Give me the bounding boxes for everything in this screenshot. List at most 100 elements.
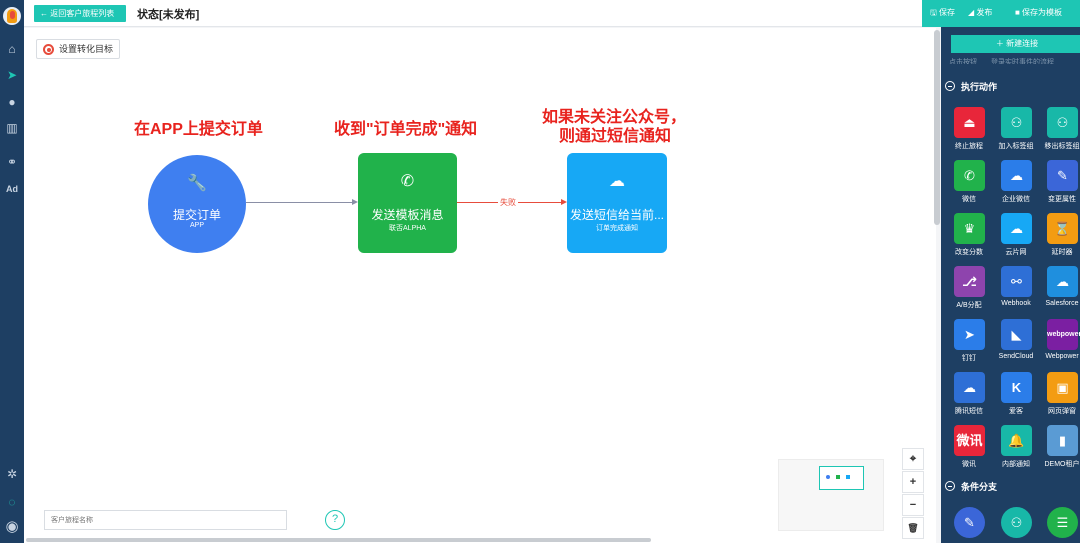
branch-tool-icon: ☰	[1047, 507, 1078, 538]
tool-item[interactable]: webpower Webpower	[1039, 319, 1080, 371]
tool-item[interactable]: ☁ Salesforce	[1039, 266, 1080, 318]
back-to-journey-list-button[interactable]: ← 返回客户旅程列表	[34, 5, 126, 22]
tool-item[interactable]: ✆ 微信	[946, 160, 992, 212]
help-icon[interactable]: ?	[325, 510, 345, 530]
settings-icon[interactable]: ✲	[0, 466, 24, 482]
node-send-sms[interactable]: ☁ 发送短信给当前... 订单完成通知	[567, 153, 667, 253]
avatar[interactable]: ◉	[0, 518, 24, 535]
cloud-icon: ☁	[609, 173, 625, 190]
node-name: 发送短信给当前...	[569, 208, 664, 222]
tool-icon: ⌛	[1047, 213, 1078, 244]
publish-button[interactable]: ◢ 发布	[968, 7, 992, 18]
top-bar: ← 返回客户旅程列表 状态[未发布] 🖫 保存 ◢ 发布 ■ 保存为模板	[24, 0, 1080, 27]
canvas-vertical-scrollbar[interactable]	[934, 30, 940, 225]
step-title-3b: 则通过短信通知	[559, 128, 672, 145]
minimap[interactable]	[778, 459, 884, 531]
tool-item[interactable]: ♛ 改变分数	[946, 213, 992, 265]
node-name: 提交订单	[172, 208, 221, 222]
minimap-viewport[interactable]	[819, 466, 864, 490]
collapse-icon	[945, 81, 955, 91]
node-sub: 订单完成通知	[596, 225, 638, 232]
tool-item[interactable]: 微讯 微讯	[946, 425, 992, 477]
section-branch-header[interactable]: 条件分支	[945, 480, 997, 493]
tool-label: 变更属性	[1048, 196, 1076, 203]
fit-view-button[interactable]: ⌖	[902, 448, 924, 470]
branch-tool-item[interactable]: ✎	[946, 507, 992, 543]
tool-item[interactable]: ⎇ A/B分配	[946, 266, 992, 318]
tool-item[interactable]: ▣ 网页弹窗	[1039, 372, 1080, 424]
set-conversion-goal-button[interactable]: 设置转化目标	[36, 39, 120, 59]
tool-item[interactable]: ➤ 钉钉	[946, 319, 992, 371]
tool-icon: ◣	[1001, 319, 1032, 350]
zoom-out-button[interactable]: −	[902, 494, 924, 516]
tool-item[interactable]: ⚯ Webhook	[993, 266, 1039, 318]
wrench-icon: 🔧	[187, 175, 207, 192]
tool-label: 微信	[962, 196, 976, 203]
top-actions: 🖫 保存 ◢ 发布 ■ 保存为模板	[922, 0, 1080, 27]
node-sub: 联否ALPHA	[389, 225, 426, 232]
tool-icon: ⚇	[1001, 107, 1032, 138]
tool-item[interactable]: K 爱客	[993, 372, 1039, 424]
node-send-template[interactable]: ✆ 发送模板消息 联否ALPHA	[358, 153, 457, 253]
zoom-in-button[interactable]: +	[902, 471, 924, 493]
node-name: 发送模板消息	[371, 208, 444, 222]
tool-item[interactable]: ⏏ 终止旅程	[946, 107, 992, 159]
app-logo[interactable]	[3, 7, 21, 25]
tool-item[interactable]: ▮ DEMO租户	[1039, 425, 1080, 477]
tool-label: 网页弹窗	[1048, 408, 1076, 415]
tool-item[interactable]: 🔔 内部通知	[993, 425, 1039, 477]
tool-icon: ♛	[954, 213, 985, 244]
branch-tool-item[interactable]: ☰	[1039, 507, 1080, 543]
chart-icon[interactable]: ▥	[0, 120, 24, 136]
minimap-node	[826, 475, 830, 479]
left-nav: ⌂ ➤ ● ▥ ⚭ Ad ✲ ◌ ◉	[0, 0, 24, 543]
tool-label: 云片网	[1005, 249, 1027, 256]
segment-icon[interactable]: ⚭	[0, 154, 24, 170]
home-icon[interactable]: ⌂	[0, 41, 24, 57]
target-icon	[43, 44, 54, 55]
trash-icon[interactable]: 🗑	[902, 517, 924, 539]
edge-label-fail: 失败	[498, 197, 518, 208]
tool-label: 移出标签组	[1044, 143, 1080, 150]
tool-item[interactable]: ☁ 云片网	[993, 213, 1039, 265]
tool-label: 内部通知	[1002, 461, 1030, 468]
tool-icon: K	[1001, 372, 1032, 403]
tool-item[interactable]: ⚇ 移出标签组	[1039, 107, 1080, 159]
minimap-node	[846, 475, 850, 479]
user-icon[interactable]: ●	[0, 94, 24, 110]
step-title-1: 在APP上提交订单	[134, 121, 263, 138]
tool-label: 终止旅程	[955, 143, 983, 150]
tool-icon: ☁	[954, 372, 985, 403]
tool-item[interactable]: ⚇ 加入标签组	[993, 107, 1039, 159]
collapse-icon	[945, 481, 955, 491]
tool-icon: ☁	[1001, 213, 1032, 244]
tool-icon: ⏏	[954, 107, 985, 138]
minimap-node	[836, 475, 840, 479]
section-actions-header[interactable]: 执行动作	[945, 80, 997, 93]
branch-tool-item[interactable]: ⚇	[993, 507, 1039, 543]
wechat-icon: ✆	[400, 173, 415, 190]
tool-item[interactable]: ⌛ 延时器	[1039, 213, 1080, 265]
new-connection-button[interactable]: ＋ 新建连接	[951, 35, 1080, 53]
tool-item[interactable]: ✎ 变更属性	[1039, 160, 1080, 212]
save-button[interactable]: 🖫 保存	[930, 7, 955, 21]
tool-label: 爱客	[1009, 408, 1023, 415]
tool-icon: 微讯	[954, 425, 985, 456]
journey-canvas[interactable]: 设置转化目标 在APP上提交订单 收到"订单完成"通知 如果未关注公众号， 则通…	[24, 28, 936, 543]
journey-send-icon[interactable]: ➤	[0, 67, 24, 83]
journey-name-input[interactable]	[44, 510, 287, 530]
tool-label: SendCloud	[998, 353, 1034, 360]
tool-icon: webpower	[1047, 319, 1080, 350]
tool-label: 改变分数	[955, 249, 983, 256]
node-submit-order[interactable]: 🔧 提交订单 APP	[148, 155, 246, 253]
chat-icon[interactable]: ◌	[0, 494, 24, 510]
tool-icon: ✎	[1047, 160, 1078, 191]
edge-submit-to-template	[246, 202, 356, 203]
tool-item[interactable]: ☁ 腾讯短信	[946, 372, 992, 424]
canvas-horizontal-scrollbar[interactable]	[26, 538, 651, 542]
tool-item[interactable]: ☁ 企业微信	[993, 160, 1039, 212]
save-as-template-button[interactable]: ■ 保存为模板	[1015, 7, 1062, 18]
tool-icon: ⚯	[1001, 266, 1032, 297]
ad-icon[interactable]: Ad	[0, 181, 24, 197]
tool-item[interactable]: ◣ SendCloud	[993, 319, 1039, 371]
